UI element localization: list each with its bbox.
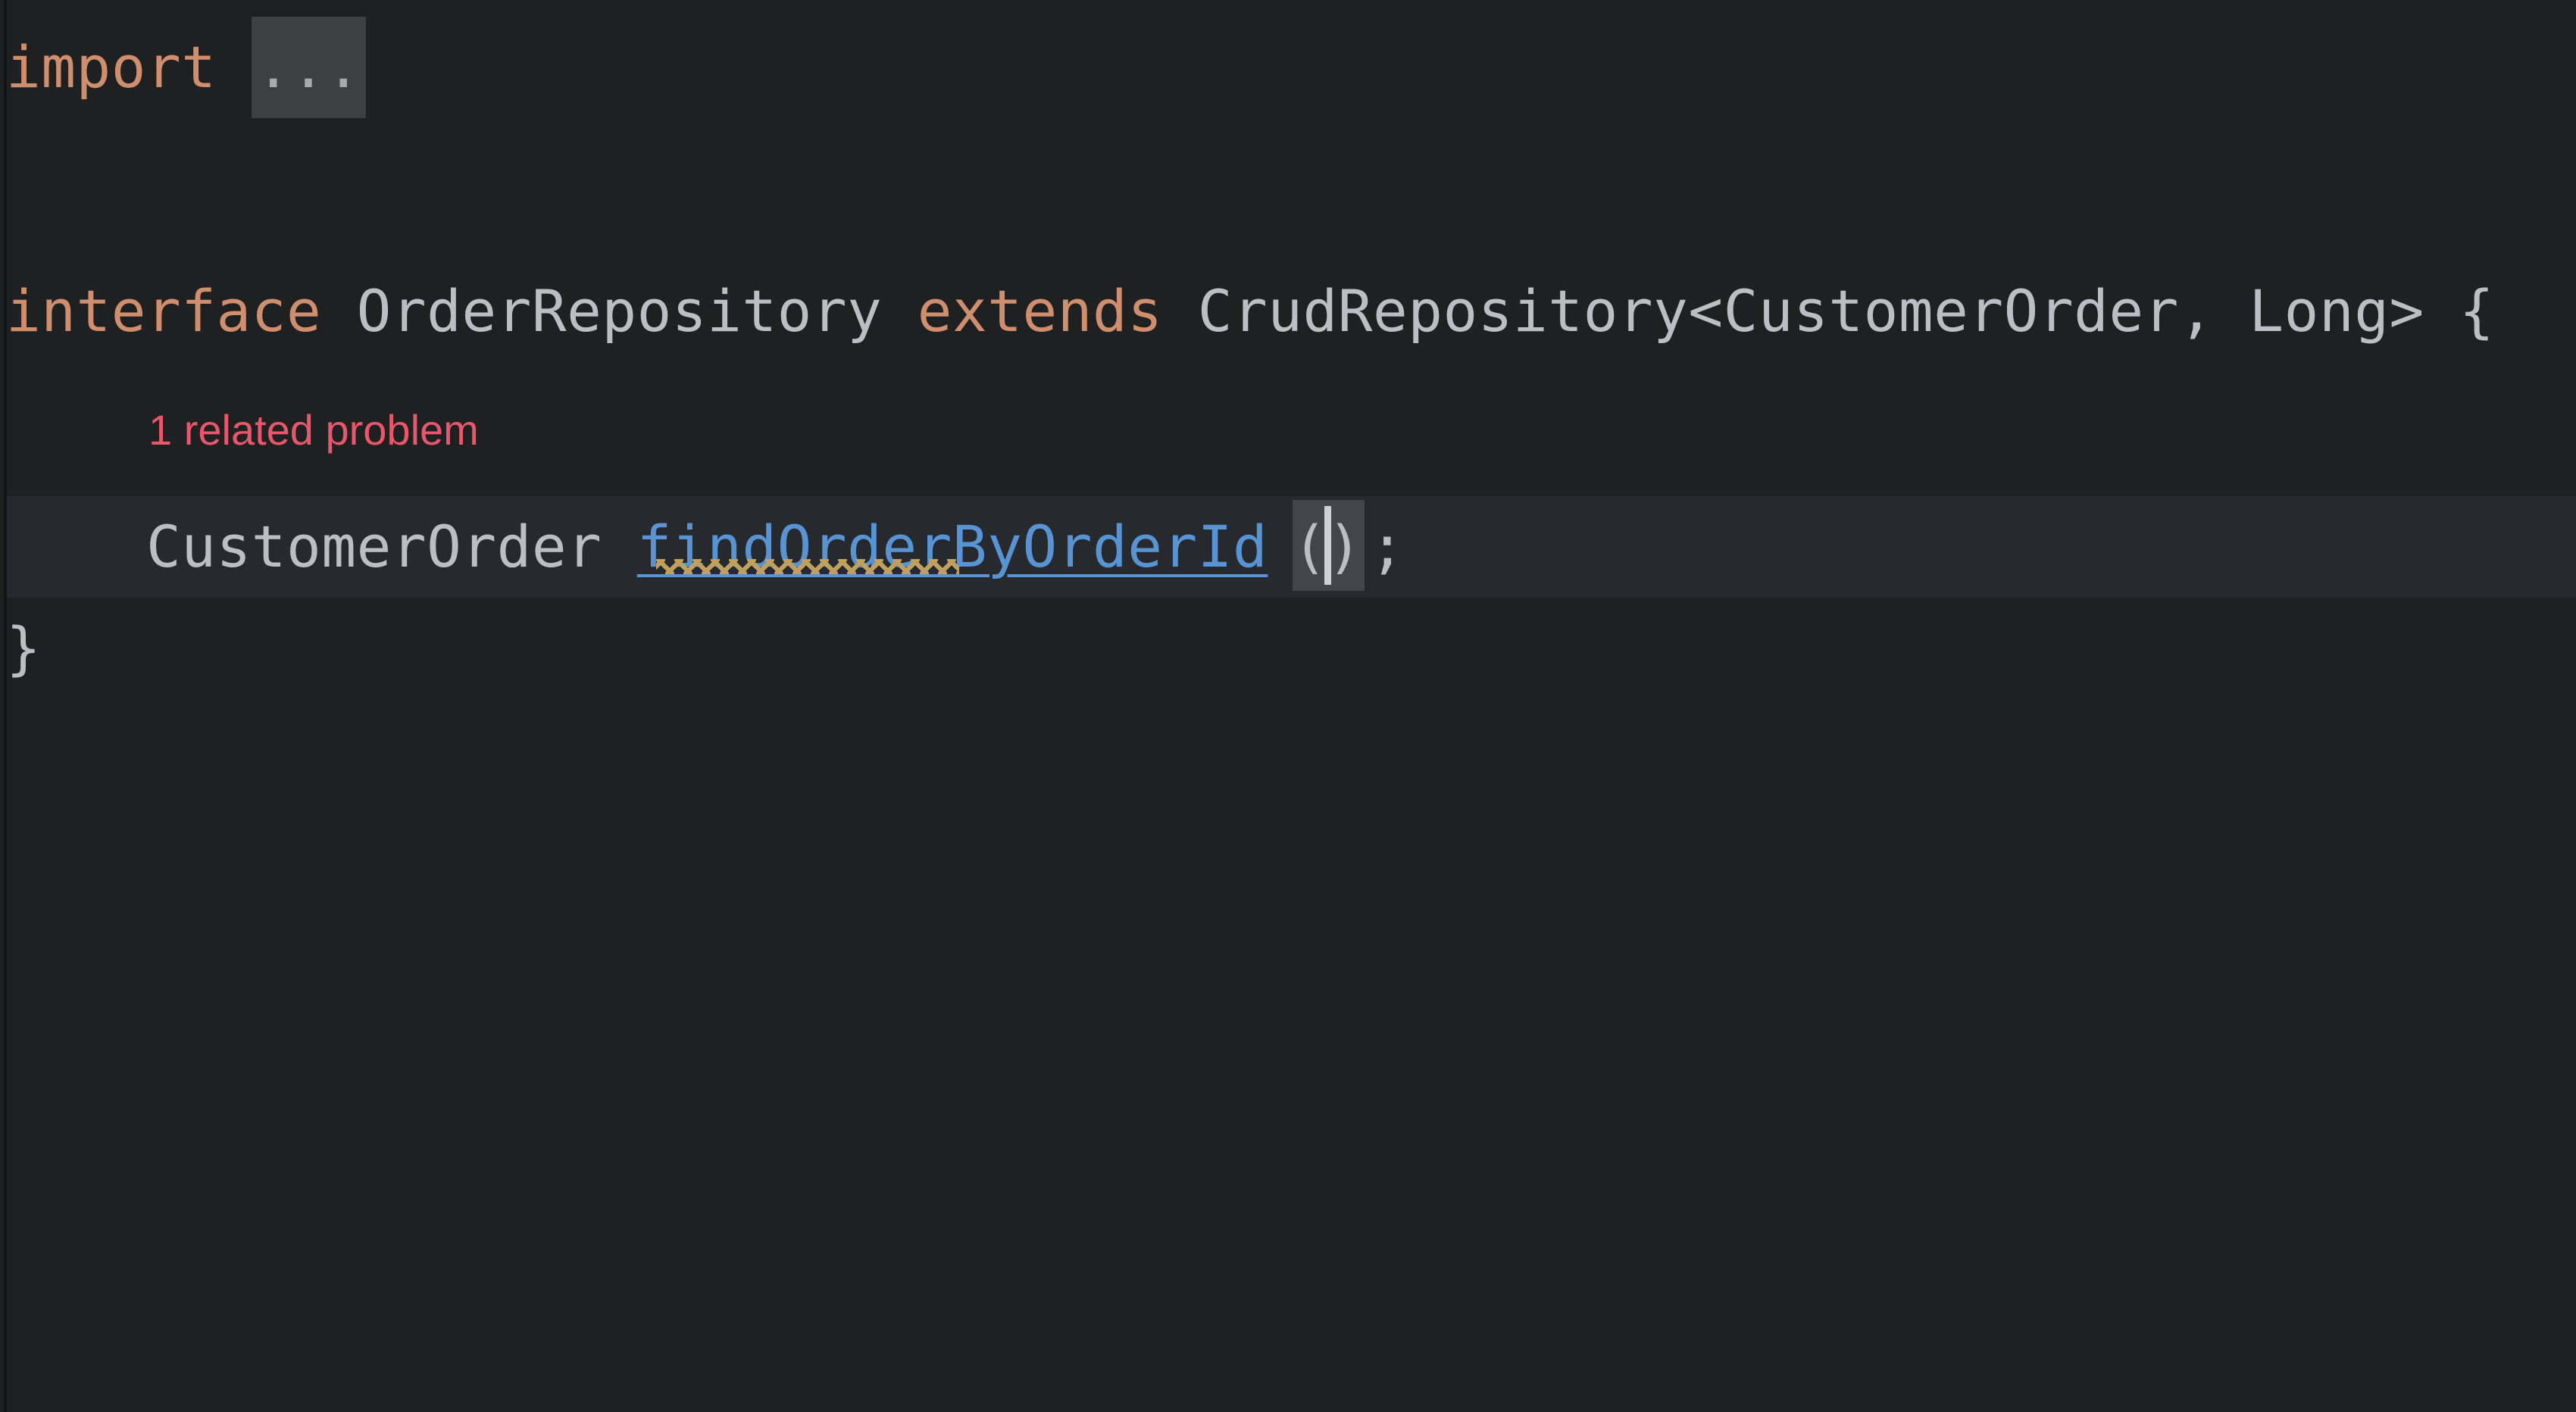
code-line-interface-declaration[interactable]: interface OrderRepository extends CrudRe… bbox=[6, 261, 2494, 362]
inlay-hint-related-problem[interactable]: 1 related problem bbox=[148, 404, 479, 457]
code-editor[interactable]: import ... interface OrderRepository ext… bbox=[0, 0, 2576, 1412]
keyword-extends: extends bbox=[917, 277, 1163, 345]
code-line-import[interactable]: import ... bbox=[6, 17, 366, 118]
super-type-reference[interactable]: CrudRepository<CustomerOrder, Long> { bbox=[1198, 277, 2494, 345]
code-text-area[interactable]: import ... interface OrderRepository ext… bbox=[0, 0, 2576, 1412]
code-line-closing-brace[interactable]: } bbox=[6, 598, 41, 699]
text-caret bbox=[1324, 506, 1331, 585]
method-return-type[interactable]: CustomerOrder bbox=[146, 513, 602, 580]
fold-placeholder-imports[interactable]: ... bbox=[251, 17, 366, 118]
keyword-interface: interface bbox=[6, 277, 322, 345]
keyword-import: import bbox=[6, 33, 217, 101]
warning-squiggle-underline bbox=[656, 559, 959, 574]
closing-brace: } bbox=[6, 614, 42, 682]
statement-terminator: ; bbox=[1370, 513, 1405, 580]
code-line-method-declaration[interactable]: CustomerOrder findOrderByOrderId bbox=[6, 496, 1268, 598]
interface-type-name[interactable]: OrderRepository bbox=[357, 277, 883, 345]
